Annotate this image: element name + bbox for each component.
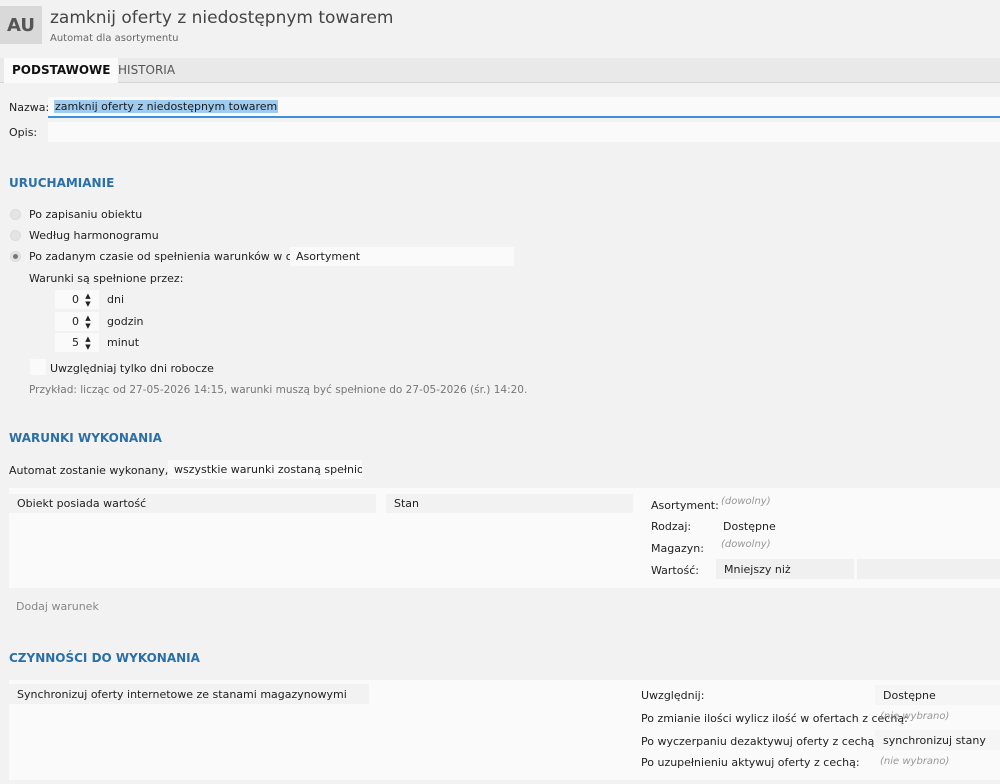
tab-bar: PODSTAWOWE HISTORIA	[0, 58, 1000, 83]
when-label: Automat zostanie wykonany, gdy	[9, 464, 193, 477]
after-refill-label: Po uzupełnieniu aktywuj oferty z cechą:	[641, 756, 860, 769]
warehouse-value[interactable]: (dowolny)	[721, 539, 771, 550]
value-label: Wartość:	[651, 564, 699, 577]
example-text: Przykład: licząc od 27-05-2026 14:15, wa…	[29, 384, 528, 396]
tab-historia[interactable]: HISTORIA	[110, 58, 183, 83]
when-select[interactable]: wszystkie warunki zostaną spełnione	[168, 460, 362, 479]
header: AU zamknij oferty z niedostępnym towarem…	[0, 0, 1000, 58]
description-label: Opis:	[9, 126, 38, 139]
add-condition-link[interactable]: Dodaj warunek	[16, 600, 99, 613]
value-operator-select[interactable]: Mniejszy niż	[716, 559, 854, 579]
radio-after-time-label: Po zadanym czasie od spełnienia warunków…	[29, 250, 332, 263]
kind-label: Rodzaj:	[651, 520, 692, 533]
radio-after-time[interactable]	[10, 251, 21, 262]
days-stepper[interactable]: 0 ▲ ▼	[55, 290, 99, 309]
section-conditions-title: WARUNKI WYKONANIA	[9, 431, 162, 445]
minutes-stepper[interactable]: 5 ▲ ▼	[55, 333, 99, 352]
stepper-arrows-icon[interactable]: ▲ ▼	[83, 333, 93, 352]
hours-stepper[interactable]: 0 ▲ ▼	[55, 312, 99, 331]
value-amount-input[interactable]	[857, 559, 1000, 579]
condition-field-select[interactable]: Stan	[386, 494, 633, 513]
conditions-met-label: Warunki są spełnione przez:	[29, 272, 184, 285]
section-trigger-title: URUCHAMIANIE	[9, 176, 115, 190]
trigger-object-select[interactable]: Asortyment	[290, 247, 514, 266]
condition-type-select[interactable]: Obiekt posiada wartość	[9, 494, 376, 513]
warehouse-label: Magazyn:	[651, 542, 704, 555]
after-change-select[interactable]: (nie wybrano)	[880, 711, 949, 722]
include-select[interactable]: Dostępne	[875, 685, 1000, 705]
condition-panel: Obiekt posiada wartość Stan Asortyment: …	[9, 488, 1000, 588]
action-panel: Synchronizuj oferty internetowe ze stana…	[9, 680, 1000, 780]
minutes-value: 5	[72, 336, 79, 349]
name-input-value: zamknij oferty z niedostępnym towarem	[54, 100, 279, 113]
radio-schedule[interactable]	[10, 230, 21, 241]
days-value: 0	[72, 293, 79, 306]
after-depletion-select[interactable]: synchronizuj stany	[875, 730, 1000, 750]
minutes-label: minut	[107, 336, 140, 349]
radio-on-save-label: Po zapisaniu obiektu	[29, 208, 143, 221]
object-avatar: AU	[0, 6, 42, 44]
stepper-arrows-icon[interactable]: ▲ ▼	[83, 290, 93, 309]
workdays-label: Uwzględniaj tylko dni robocze	[50, 362, 214, 375]
section-actions-title: CZYNNOŚCI DO WYKONANIA	[9, 651, 200, 665]
tab-podstawowe[interactable]: PODSTAWOWE	[4, 58, 119, 83]
hours-label: godzin	[107, 315, 144, 328]
workdays-checkbox[interactable]	[30, 359, 46, 375]
assortment-value[interactable]: (dowolny)	[721, 496, 771, 507]
kind-select[interactable]: Dostępne	[716, 516, 1000, 536]
stepper-arrows-icon[interactable]: ▲ ▼	[83, 312, 93, 331]
page-title: zamknij oferty z niedostępnym towarem	[50, 8, 394, 28]
name-label: Nazwa:	[9, 101, 50, 114]
after-change-label: Po zmianie ilości wylicz ilość w ofertac…	[641, 712, 908, 725]
description-input[interactable]	[48, 122, 1000, 142]
after-refill-select[interactable]: (nie wybrano)	[880, 756, 949, 767]
after-depletion-label: Po wyczerpaniu dezaktywuj oferty z cechą…	[641, 735, 879, 748]
include-label: Uwzględnij:	[641, 689, 705, 702]
name-input[interactable]: zamknij oferty z niedostępnym towarem	[48, 97, 1000, 118]
radio-on-save[interactable]	[10, 209, 21, 220]
assortment-label: Asortyment:	[651, 499, 719, 512]
action-type-select[interactable]: Synchronizuj oferty internetowe ze stana…	[9, 684, 369, 704]
days-label: dni	[107, 293, 125, 306]
page-subtitle: Automat dla asortymentu	[50, 33, 179, 44]
hours-value: 0	[72, 315, 79, 328]
radio-schedule-label: Według harmonogramu	[29, 229, 159, 242]
